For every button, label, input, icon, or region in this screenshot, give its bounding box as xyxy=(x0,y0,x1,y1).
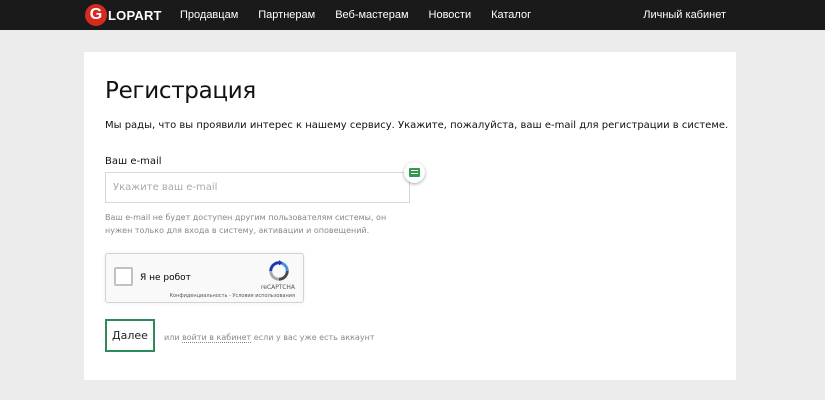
recaptcha-brand: reCAPTCHA xyxy=(260,284,295,291)
intro-text: Мы рады, что вы проявили интерес к нашем… xyxy=(105,120,729,131)
registration-card: Регистрация Мы рады, что вы проявили инт… xyxy=(84,52,736,380)
nav-item-catalog[interactable]: Каталог xyxy=(491,9,531,21)
page-title: Регистрация xyxy=(105,78,256,104)
email-label: Ваш e-mail xyxy=(105,156,162,167)
nav-item-sellers[interactable]: Продавцам xyxy=(180,9,238,21)
next-button[interactable]: Далее xyxy=(105,319,155,352)
password-manager-icon[interactable] xyxy=(404,162,425,183)
nav-item-webmasters[interactable]: Веб-мастерам xyxy=(335,9,408,21)
email-field[interactable] xyxy=(105,172,410,203)
logo-mark: G xyxy=(85,4,107,26)
captcha-label: Я не робот xyxy=(140,273,191,283)
recaptcha-logo-icon xyxy=(269,260,289,281)
alt-suffix: если у вас уже есть аккаунт xyxy=(253,333,375,342)
email-hint: Ваш e-mail не будет доступен другим поль… xyxy=(105,213,387,235)
recaptcha-widget: Я не робот reCAPTCHA Конфиденциальность … xyxy=(105,253,304,303)
main-nav: Продавцам Партнерам Веб-мастерам Новости… xyxy=(180,0,551,30)
top-navbar: G LOPART Продавцам Партнерам Веб-мастера… xyxy=(0,0,825,30)
logo-text: LOPART xyxy=(108,7,162,23)
nav-item-partners[interactable]: Партнерам xyxy=(258,9,315,21)
recaptcha-links[interactable]: Конфиденциальность - Условия использован… xyxy=(169,293,295,299)
login-alternative: или войти в кабинет если у вас уже есть … xyxy=(164,333,375,343)
captcha-checkbox[interactable] xyxy=(114,267,133,286)
nav-item-news[interactable]: Новости xyxy=(429,9,472,21)
personal-cabinet-link[interactable]: Личный кабинет xyxy=(643,0,726,30)
password-manager-glyph xyxy=(409,168,420,177)
glopart-logo[interactable]: G LOPART xyxy=(85,4,162,26)
alt-prefix: или xyxy=(164,333,180,342)
login-link[interactable]: войти в кабинет xyxy=(182,333,252,343)
